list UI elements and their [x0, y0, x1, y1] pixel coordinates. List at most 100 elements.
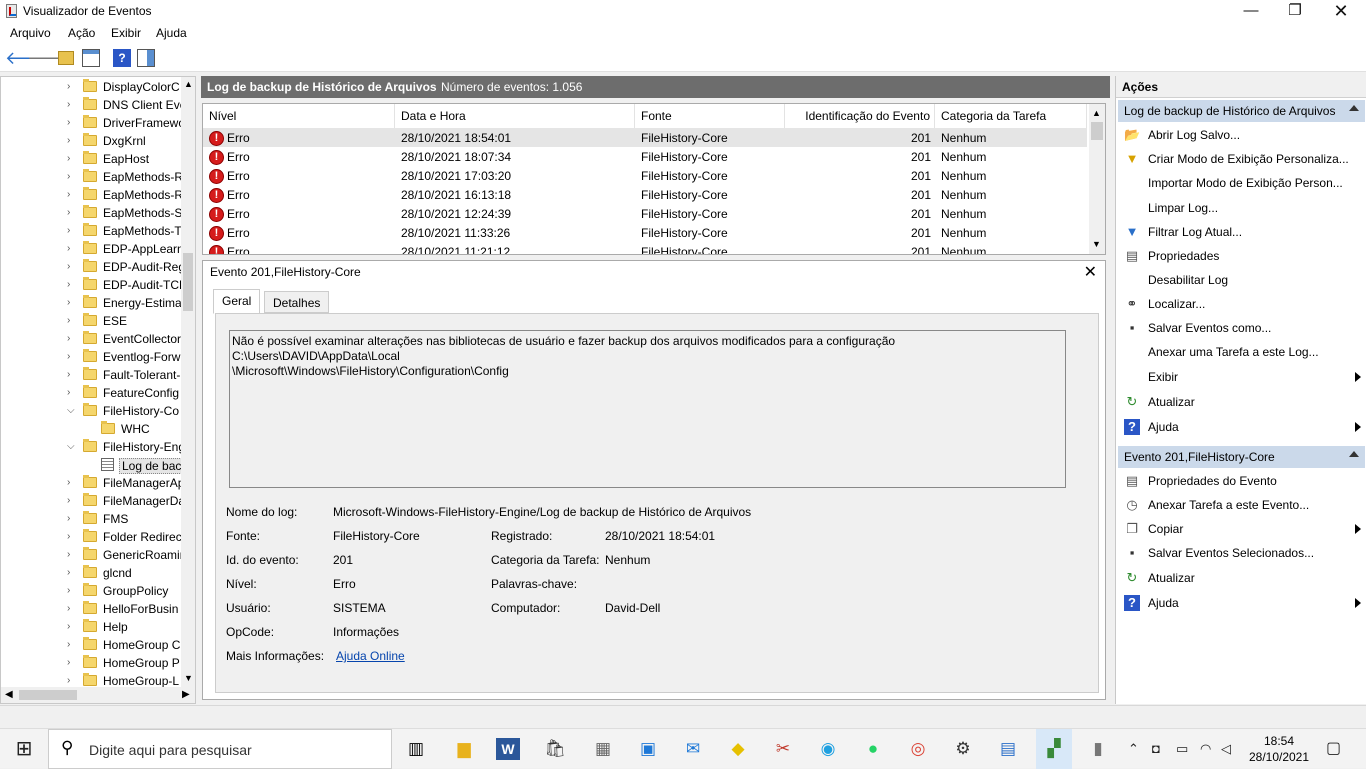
scroll-thumb[interactable] — [183, 253, 193, 311]
close-button[interactable]: ✕ — [1318, 0, 1364, 24]
meet-now-icon[interactable]: ◘ — [1152, 741, 1160, 756]
chevron-right-icon[interactable]: › — [67, 297, 70, 308]
scroll-thumb[interactable] — [1091, 122, 1103, 140]
tree-item[interactable]: › FileManagerDa — [1, 492, 181, 510]
close-detail-icon[interactable]: ✕ — [1084, 262, 1097, 282]
mail-icon[interactable]: ✉ — [679, 735, 707, 763]
action-item[interactable]: ▤ Propriedades do Evento — [1118, 470, 1365, 492]
action-item[interactable]: Importar Modo de Exibição Person... — [1118, 172, 1365, 194]
menu-arquivo[interactable]: Arquivo — [10, 26, 51, 40]
tree-item[interactable]: › Help — [1, 618, 181, 636]
chevron-right-icon[interactable]: › — [67, 225, 70, 236]
chevron-right-icon[interactable]: › — [67, 549, 70, 560]
misc-app-icon[interactable]: ▮ — [1084, 735, 1112, 763]
column-header-event-id[interactable]: Identificação do Evento — [785, 104, 935, 128]
tree-item[interactable]: › DNS Client Eve — [1, 96, 181, 114]
chevron-down-icon[interactable]: ⌵ — [67, 441, 75, 452]
scroll-up-icon[interactable]: ▲ — [184, 79, 193, 89]
action-item[interactable]: ▼ Filtrar Log Atual... — [1118, 221, 1365, 243]
windows-start-icon[interactable]: ⊞ — [10, 735, 38, 763]
scroll-left-icon[interactable]: ◀ — [5, 689, 13, 700]
tab-geral[interactable]: Geral — [213, 289, 261, 314]
chevron-right-icon[interactable]: › — [67, 315, 70, 326]
event-row[interactable]: ! Erro 28/10/2021 11:33:26 FileHistory-C… — [203, 223, 1087, 242]
file-explorer-icon[interactable]: ▆ — [450, 735, 478, 763]
action-item[interactable]: ▪ Salvar Eventos Selecionados... — [1118, 542, 1365, 564]
event-viewer-taskbar-icon[interactable]: ▞ — [1036, 729, 1072, 769]
tree-item[interactable]: › HelloForBusin — [1, 600, 181, 618]
help-icon[interactable]: ? — [113, 49, 131, 67]
action-item[interactable]: Limpar Log... — [1118, 197, 1365, 219]
word-icon[interactable]: W — [496, 738, 520, 760]
tree-item[interactable]: › EapHost — [1, 150, 181, 168]
tree-item[interactable]: › ESE — [1, 312, 181, 330]
action-item[interactable]: ◷ Anexar Tarefa a este Evento... — [1118, 494, 1365, 516]
chevron-right-icon[interactable]: › — [67, 585, 70, 596]
chevron-right-icon[interactable]: › — [67, 513, 70, 524]
event-row[interactable]: ! Erro 28/10/2021 12:24:39 FileHistory-C… — [203, 204, 1087, 223]
help-online-link[interactable]: Ajuda Online — [336, 649, 405, 663]
tree-item[interactable]: › GroupPolicy — [1, 582, 181, 600]
chevron-right-icon[interactable]: › — [67, 81, 70, 92]
action-item[interactable]: Desabilitar Log — [1118, 269, 1365, 291]
tree-item[interactable]: › EventCollector — [1, 330, 181, 348]
scroll-down-icon[interactable]: ▼ — [184, 673, 193, 683]
action-item[interactable]: ↻ Atualizar — [1118, 391, 1365, 413]
wifi-icon[interactable]: ◠ — [1200, 741, 1211, 757]
action-item[interactable]: ⚭ Localizar... — [1118, 293, 1365, 315]
chrome-icon[interactable]: ◎ — [904, 735, 932, 763]
event-row[interactable]: ! Erro 28/10/2021 18:07:34 FileHistory-C… — [203, 147, 1087, 166]
chevron-right-icon[interactable]: › — [67, 279, 70, 290]
menu-exibir[interactable]: Exibir — [111, 26, 141, 40]
chevron-right-icon[interactable]: › — [67, 117, 70, 128]
chevron-down-icon[interactable]: ⌵ — [67, 405, 75, 416]
column-header-date[interactable]: Data e Hora — [395, 104, 635, 128]
tree-item[interactable]: › FMS — [1, 510, 181, 528]
chevron-right-icon[interactable]: › — [67, 369, 70, 380]
tree-item[interactable]: › DxgKrnl — [1, 132, 181, 150]
chevron-right-icon[interactable]: › — [67, 333, 70, 344]
tree-item[interactable]: › GenericRoamin — [1, 546, 181, 564]
tree-item[interactable]: › DriverFramewo — [1, 114, 181, 132]
action-item[interactable]: 📂 Abrir Log Salvo... — [1118, 124, 1365, 146]
chevron-right-icon[interactable]: › — [67, 387, 70, 398]
chevron-right-icon[interactable]: › — [67, 495, 70, 506]
chevron-right-icon[interactable]: › — [67, 153, 70, 164]
edge-icon[interactable]: ◉ — [814, 735, 842, 763]
whatsapp-icon[interactable]: ● — [859, 735, 887, 763]
actions-section-event[interactable]: Evento 201,FileHistory-Core — [1118, 446, 1365, 468]
tree-item[interactable]: › HomeGroup P — [1, 654, 181, 672]
action-item[interactable]: Anexar uma Tarefa a este Log... — [1118, 341, 1365, 363]
up-folder-icon[interactable] — [58, 51, 74, 65]
chevron-right-icon[interactable]: › — [67, 657, 70, 668]
chevron-right-icon[interactable]: › — [67, 171, 70, 182]
chevron-right-icon[interactable]: › — [67, 567, 70, 578]
chevron-right-icon[interactable]: › — [67, 351, 70, 362]
tree-item[interactable]: › DisplayColorC — [1, 78, 181, 96]
action-item[interactable]: ▼ Criar Modo de Exibição Personaliza... — [1118, 148, 1365, 170]
scroll-down-icon[interactable]: ▼ — [1092, 239, 1101, 249]
chevron-right-icon[interactable]: › — [67, 531, 70, 542]
tree-item[interactable]: › FeatureConfig — [1, 384, 181, 402]
outlook-app-icon[interactable]: ▣ — [634, 735, 662, 763]
tree-item[interactable]: ⌵ FileHistory-Eng — [1, 438, 181, 456]
event-row[interactable]: ! Erro 28/10/2021 16:13:18 FileHistory-C… — [203, 185, 1087, 204]
collapse-icon[interactable] — [1349, 451, 1359, 457]
chevron-right-icon[interactable]: › — [67, 261, 70, 272]
tree-item[interactable]: › glcnd — [1, 564, 181, 582]
chevron-right-icon[interactable]: › — [67, 189, 70, 200]
tree-item[interactable]: › EapMethods-T — [1, 222, 181, 240]
tree-item[interactable]: › FileManagerAp — [1, 474, 181, 492]
event-row[interactable]: ! Erro 28/10/2021 11:21:12 FileHistory-C… — [203, 242, 1087, 254]
action-item[interactable]: ↻ Atualizar — [1118, 567, 1365, 589]
chevron-right-icon[interactable]: › — [67, 477, 70, 488]
tab-detalhes[interactable]: Detalhes — [264, 291, 330, 313]
action-item[interactable]: ▤ Propriedades — [1118, 245, 1365, 267]
scroll-thumb[interactable] — [19, 690, 77, 700]
task-view-icon[interactable]: ▥ — [402, 735, 430, 763]
tree-item[interactable]: ⌵ FileHistory-Co — [1, 402, 181, 420]
tree-item[interactable]: › EDP-Audit-TCB — [1, 276, 181, 294]
back-arrow-icon[interactable]: 🡐 — [5, 49, 53, 67]
chevron-right-icon[interactable]: › — [67, 639, 70, 650]
chevron-right-icon[interactable]: › — [67, 675, 70, 686]
